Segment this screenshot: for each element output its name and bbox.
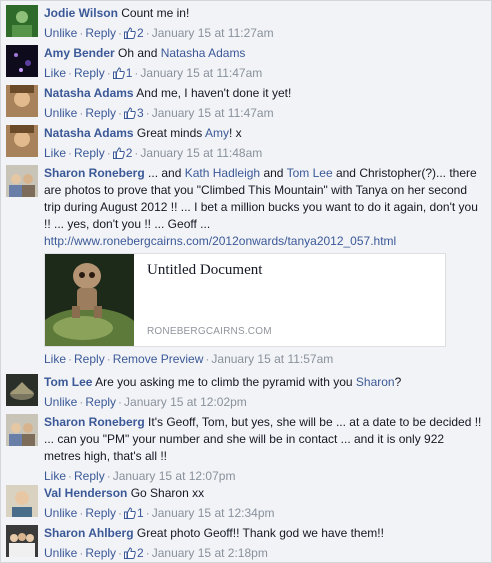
comment-meta: Like · Reply · Remove Preview · January 15 at … xyxy=(44,352,334,366)
comment-text: ! x xyxy=(228,126,242,140)
unlike-button[interactable]: Unlike xyxy=(44,106,77,120)
author-name[interactable]: Jodie Wilson xyxy=(44,6,118,20)
timestamp[interactable]: January 15 at 11:57am xyxy=(211,352,333,366)
avatar[interactable] xyxy=(6,5,38,37)
timestamp[interactable]: January 15 at 2:18pm xyxy=(152,546,268,560)
reply-button[interactable]: Reply xyxy=(85,506,116,520)
comment-text: Great photo Geoff!! Thank god we have th… xyxy=(133,526,384,540)
comment-thread: Jodie Wilson Count me in! Unlike · Reply · 2… xyxy=(0,0,492,563)
preview-thumbnail[interactable] xyxy=(45,254,134,346)
author-name[interactable]: Sharon Roneberg xyxy=(44,415,145,429)
avatar[interactable] xyxy=(6,125,38,157)
unlike-button[interactable]: Unlike xyxy=(44,546,77,560)
comment-meta: Like · Reply · 2 · January 15 at 11:48am xyxy=(44,146,263,160)
timestamp[interactable]: January 15 at 12:34pm xyxy=(152,506,275,520)
comment-text: Are you asking me to climb the pyramid w… xyxy=(92,375,356,389)
timestamp[interactable]: January 15 at 12:07pm xyxy=(113,469,236,483)
author-name[interactable]: Tom Lee xyxy=(44,375,92,389)
like-count[interactable]: 2 xyxy=(112,146,132,160)
comment-body: Sharon Roneberg It's Geoff, Tom, but yes… xyxy=(44,414,483,485)
comment-text: and xyxy=(260,166,287,180)
timestamp[interactable]: January 15 at 12:02pm xyxy=(124,395,247,409)
thumbs-up-icon xyxy=(112,67,125,79)
comment-body: Val Henderson Go Sharon xx Unlike · Reply ·… xyxy=(44,485,483,522)
comment-text: Go Sharon xx xyxy=(127,486,205,500)
mention-link[interactable]: Sharon xyxy=(356,375,395,389)
comment-text: ? xyxy=(394,375,402,389)
timestamp[interactable]: January 15 at 11:27am xyxy=(152,26,274,40)
thumbs-up-icon xyxy=(112,147,125,159)
comment-body: Natasha Adams Great minds Amy! x Like · Re… xyxy=(44,125,483,162)
reply-button[interactable]: Reply xyxy=(74,66,105,80)
thumbs-up-icon xyxy=(124,547,136,559)
preview-domain: RONEBERGCAIRNS.COM xyxy=(147,326,272,337)
comment-body: Amy Bender Oh and Natasha Adams Like · Rep… xyxy=(44,45,483,82)
like-count[interactable]: 2 xyxy=(124,546,144,560)
comment-body: Natasha Adams And me, I haven't done it … xyxy=(44,85,483,122)
mention-link[interactable]: Natasha Adams xyxy=(161,46,246,60)
reply-button[interactable]: Reply xyxy=(85,395,116,409)
thumbs-up-icon xyxy=(124,27,136,39)
author-name[interactable]: Sharon Roneberg xyxy=(44,166,145,180)
unlike-button[interactable]: Unlike xyxy=(44,26,77,40)
unlike-button[interactable]: Unlike xyxy=(44,506,77,520)
like-button[interactable]: Like xyxy=(44,146,66,160)
avatar[interactable] xyxy=(6,165,38,197)
avatar[interactable] xyxy=(6,485,38,517)
comment-url-link[interactable]: http://www.ronebergcairns.com/2012onward… xyxy=(44,234,396,248)
link-preview-card[interactable]: Untitled Document RONEBERGCAIRNS.COM xyxy=(44,253,446,347)
avatar[interactable] xyxy=(6,414,38,446)
comment-meta: Unlike · Reply · 1 · January 15 at 12:34pm xyxy=(44,506,275,520)
comment-meta: Unlike · Reply · 2 · January 15 at 2:18pm xyxy=(44,546,268,560)
avatar[interactable] xyxy=(6,374,38,406)
timestamp[interactable]: January 15 at 11:47am xyxy=(152,106,274,120)
reply-button[interactable]: Reply xyxy=(85,106,116,120)
author-name[interactable]: Natasha Adams xyxy=(44,86,134,100)
comment-body: Jodie Wilson Count me in! Unlike · Reply · 2… xyxy=(44,5,483,42)
like-count[interactable]: 1 xyxy=(124,506,144,520)
reply-button[interactable]: Reply xyxy=(74,352,105,366)
timestamp[interactable]: January 15 at 11:47am xyxy=(140,66,262,80)
like-count[interactable]: 2 xyxy=(124,26,144,40)
author-name[interactable]: Amy Bender xyxy=(44,46,115,60)
like-button[interactable]: Like xyxy=(44,469,66,483)
comment-meta: Like · Reply · 1 · January 15 at 11:47am xyxy=(44,66,263,80)
author-name[interactable]: Val Henderson xyxy=(44,486,127,500)
like-button[interactable]: Like xyxy=(44,66,66,80)
unlike-button[interactable]: Unlike xyxy=(44,395,77,409)
thumbs-up-icon xyxy=(124,507,136,519)
comment-meta: Unlike · Reply · January 15 at 12:02pm xyxy=(44,395,247,409)
comment-text: Count me in! xyxy=(117,6,190,20)
reply-button[interactable]: Reply xyxy=(85,546,116,560)
comment-text: And me, I haven't done it yet! xyxy=(133,86,292,100)
reply-button[interactable]: Reply xyxy=(74,146,105,160)
mention-link[interactable]: Amy xyxy=(205,126,229,140)
comment-text: ... and xyxy=(144,166,185,180)
like-count[interactable]: 3 xyxy=(124,106,144,120)
author-name[interactable]: Natasha Adams xyxy=(44,126,134,140)
comment-body: Sharon Roneberg ... and Kath Hadleigh an… xyxy=(44,165,483,250)
comment-text: Oh and xyxy=(114,46,161,60)
comment-meta: Unlike · Reply · 3 · January 15 at 11:47am xyxy=(44,106,274,120)
thumbs-up-icon xyxy=(124,107,136,119)
avatar[interactable] xyxy=(6,525,38,557)
avatar[interactable] xyxy=(6,45,38,77)
reply-button[interactable]: Reply xyxy=(85,26,116,40)
comment-body: Sharon Ahlberg Great photo Geoff!! Thank… xyxy=(44,525,483,562)
comment-text: Great minds xyxy=(133,126,205,140)
comment-body: Tom Lee Are you asking me to climb the p… xyxy=(44,374,483,411)
remove-preview-button[interactable]: Remove Preview xyxy=(113,352,204,366)
comment-meta: Unlike · Reply · 2 · January 15 at 11:27am xyxy=(44,26,274,40)
avatar[interactable] xyxy=(6,85,38,117)
preview-title[interactable]: Untitled Document xyxy=(147,262,262,279)
timestamp[interactable]: January 15 at 11:48am xyxy=(140,146,262,160)
reply-button[interactable]: Reply xyxy=(74,469,105,483)
author-name[interactable]: Sharon Ahlberg xyxy=(44,526,134,540)
mention-link[interactable]: Kath Hadleigh xyxy=(185,166,260,180)
like-count[interactable]: 1 xyxy=(112,66,132,80)
comment-meta: Like · Reply · January 15 at 12:07pm xyxy=(44,469,236,483)
mention-link[interactable]: Tom Lee xyxy=(287,166,333,180)
like-button[interactable]: Like xyxy=(44,352,66,366)
